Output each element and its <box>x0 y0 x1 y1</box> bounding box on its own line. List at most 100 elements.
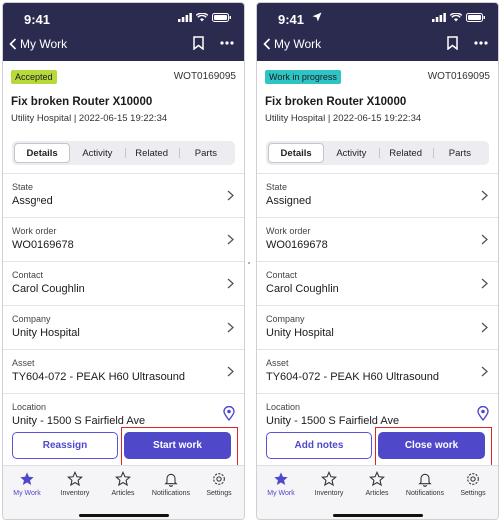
field-label: Work order <box>266 226 311 236</box>
field-label: Location <box>266 402 301 412</box>
tabbar-item-my-work[interactable]: My Work <box>3 471 51 497</box>
status-badge: Work in progress <box>265 70 341 84</box>
reassign-button[interactable]: Reassign <box>12 432 118 459</box>
star-outline-icon <box>321 471 337 487</box>
chevron-right-icon <box>227 366 234 377</box>
tab-related[interactable]: Related <box>124 143 179 163</box>
chevron-right-icon <box>227 278 234 289</box>
field-value: Unity Hospital <box>12 327 80 339</box>
separator-dot <box>248 262 250 264</box>
tabbar-item-my-work[interactable]: My Work <box>257 471 305 497</box>
chevron-right-icon <box>481 190 488 201</box>
signal-icon <box>432 13 446 22</box>
field-row-state[interactable]: State Assgⁿed <box>3 173 244 217</box>
tabbar-label: Articles <box>111 490 135 497</box>
field-value: WO0169678 <box>266 239 328 251</box>
location-pin-icon[interactable] <box>223 406 235 421</box>
star-outline-icon <box>115 471 131 487</box>
tabbar-label: Inventory <box>314 490 344 497</box>
status-icons <box>178 13 232 22</box>
tabbar-item-notifications[interactable]: Notifications <box>147 471 195 497</box>
action-bar: Add notes Close work <box>257 427 498 466</box>
tab-details[interactable]: Details <box>268 143 325 163</box>
page-title: Fix broken Router X10000 <box>265 96 407 108</box>
top-bar: 9:41 My Work <box>3 3 244 61</box>
field-row-company[interactable]: Company Unity Hospital <box>257 305 498 349</box>
field-value: Assigned <box>266 195 312 207</box>
tab-activity[interactable]: Activity <box>70 143 124 163</box>
field-row-contact[interactable]: Contact Carol Coughlin <box>257 261 498 305</box>
field-value: Unity Hospital <box>266 327 334 339</box>
field-row-state[interactable]: State Assigned <box>257 173 498 217</box>
field-row-work-order[interactable]: Work order WO0169678 <box>3 217 244 261</box>
field-label: Contact <box>266 270 298 280</box>
location-pin-icon[interactable] <box>477 406 489 421</box>
field-label: State <box>266 182 288 192</box>
field-label: Location <box>12 402 47 412</box>
tabbar-item-inventory[interactable]: Inventory <box>51 471 99 497</box>
field-row-asset[interactable]: Asset TY604-072 - PEAK H60 Ultrasound <box>3 349 244 393</box>
field-value: TY604-072 - PEAK H60 Ultrasound <box>12 371 186 383</box>
bookmark-icon[interactable] <box>193 36 204 50</box>
status-bar: 9:41 <box>257 3 498 31</box>
work-order-id: WOT0169095 <box>173 71 236 82</box>
tabbar-label: Notifications <box>151 490 191 497</box>
field-label: Company <box>12 314 51 324</box>
wifi-icon <box>450 13 462 22</box>
tab-parts[interactable]: Parts <box>432 143 487 163</box>
bell-icon <box>164 473 178 487</box>
star-filled-icon <box>20 472 34 485</box>
tab-details[interactable]: Details <box>14 143 71 163</box>
tabbar-label: Notifications <box>405 490 445 497</box>
back-label: My Work <box>20 37 68 51</box>
star-outline-icon <box>369 471 385 487</box>
field-row-asset[interactable]: Asset TY604-072 - PEAK H60 Ultrasound <box>257 349 498 393</box>
battery-icon <box>212 13 231 22</box>
tab-activity[interactable]: Activity <box>324 143 378 163</box>
tabbar-item-notifications[interactable]: Notifications <box>401 471 449 497</box>
page-title: Fix broken Router X10000 <box>11 96 153 108</box>
tabbar-label: Settings <box>460 490 486 497</box>
star-filled-icon <box>274 472 288 485</box>
page-subtitle: Utility Hospital | 2022-06-15 19:22:34 <box>265 113 422 124</box>
field-label: Work order <box>12 226 57 236</box>
bookmark-icon[interactable] <box>447 36 458 50</box>
tabbar-item-settings[interactable]: Settings <box>449 471 497 497</box>
tabbar-item-settings[interactable]: Settings <box>195 471 243 497</box>
segmented-tabs: Details Activity Related Parts <box>12 141 235 165</box>
chevron-right-icon <box>481 322 488 333</box>
bottom-tab-bar: My Work Inventory Articles Notifications… <box>3 465 244 519</box>
home-indicator <box>333 514 423 517</box>
highlight-box <box>121 427 238 466</box>
field-row-contact[interactable]: Contact Carol Coughlin <box>3 261 244 305</box>
chevron-left-icon <box>263 38 271 50</box>
status-badge: Accepted <box>11 70 57 84</box>
star-outline-icon <box>67 471 83 487</box>
tabbar-item-articles[interactable]: Articles <box>353 471 401 497</box>
field-row-company[interactable]: Company Unity Hospital <box>3 305 244 349</box>
chevron-right-icon <box>481 234 488 245</box>
action-bar: Reassign Start work <box>3 427 244 466</box>
tab-related[interactable]: Related <box>378 143 433 163</box>
work-order-id: WOT0169095 <box>427 71 490 82</box>
tabbar-item-articles[interactable]: Articles <box>99 471 147 497</box>
back-button[interactable]: My Work <box>263 37 321 51</box>
nav-actions <box>193 36 234 50</box>
back-button[interactable]: My Work <box>9 37 67 51</box>
add-notes-button[interactable]: Add notes <box>266 432 372 459</box>
page-subtitle: Utility Hospital | 2022-06-15 19:22:34 <box>11 113 168 124</box>
clock-time: 9:41 <box>278 12 305 27</box>
status-bar: 9:41 <box>3 3 244 31</box>
more-icon[interactable] <box>220 41 234 45</box>
tab-parts[interactable]: Parts <box>178 143 233 163</box>
field-row-work-order[interactable]: Work order WO0169678 <box>257 217 498 261</box>
segmented-tabs: Details Activity Related Parts <box>266 141 489 165</box>
status-icons <box>432 13 486 22</box>
chevron-right-icon <box>481 278 488 289</box>
tabbar-label: Inventory <box>60 490 90 497</box>
work-order-header: Work in progress WOT0169095 <box>265 70 490 86</box>
field-value: Carol Coughlin <box>266 283 339 295</box>
top-bar: 9:41 My Work <box>257 3 498 61</box>
tabbar-item-inventory[interactable]: Inventory <box>305 471 353 497</box>
more-icon[interactable] <box>474 41 488 45</box>
